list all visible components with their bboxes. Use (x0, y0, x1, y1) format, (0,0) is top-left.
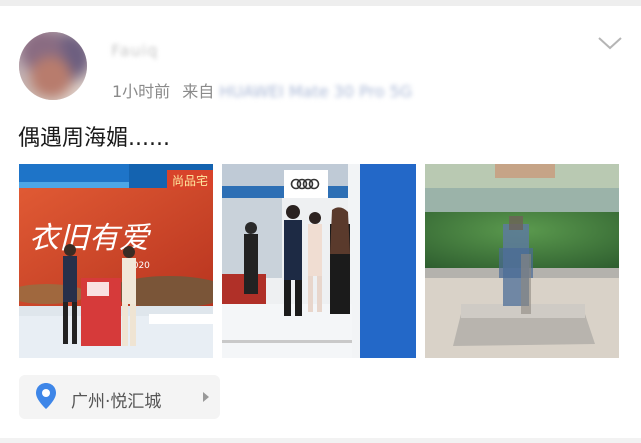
photo-3[interactable] (425, 164, 619, 358)
photo-2[interactable] (222, 164, 416, 358)
banner-top-text: 尚品宅 (172, 173, 208, 188)
location-pin-icon (36, 383, 56, 409)
avatar[interactable] (19, 32, 87, 100)
post-meta: 1小时前 来自 HUAWEI Mate 30 Pro 5G (112, 78, 412, 102)
post-text: 偶遇周海媚...... (18, 126, 170, 151)
device-name[interactable]: HUAWEI Mate 30 Pro 5G (219, 82, 412, 101)
username[interactable]: Fauiq (111, 41, 158, 60)
chevron-right-icon (203, 392, 209, 402)
source-prefix: 来自 (182, 82, 215, 101)
post-time: 1小时前 (112, 82, 171, 101)
photo-1[interactable]: 尚品宅 衣旧有爱 2020 (19, 164, 213, 358)
top-divider (0, 0, 641, 6)
location-chip[interactable]: 广州·悦汇城 (19, 375, 220, 419)
bottom-divider (0, 438, 641, 443)
location-label: 广州·悦汇城 (71, 392, 162, 412)
chevron-down-icon[interactable] (597, 34, 623, 52)
